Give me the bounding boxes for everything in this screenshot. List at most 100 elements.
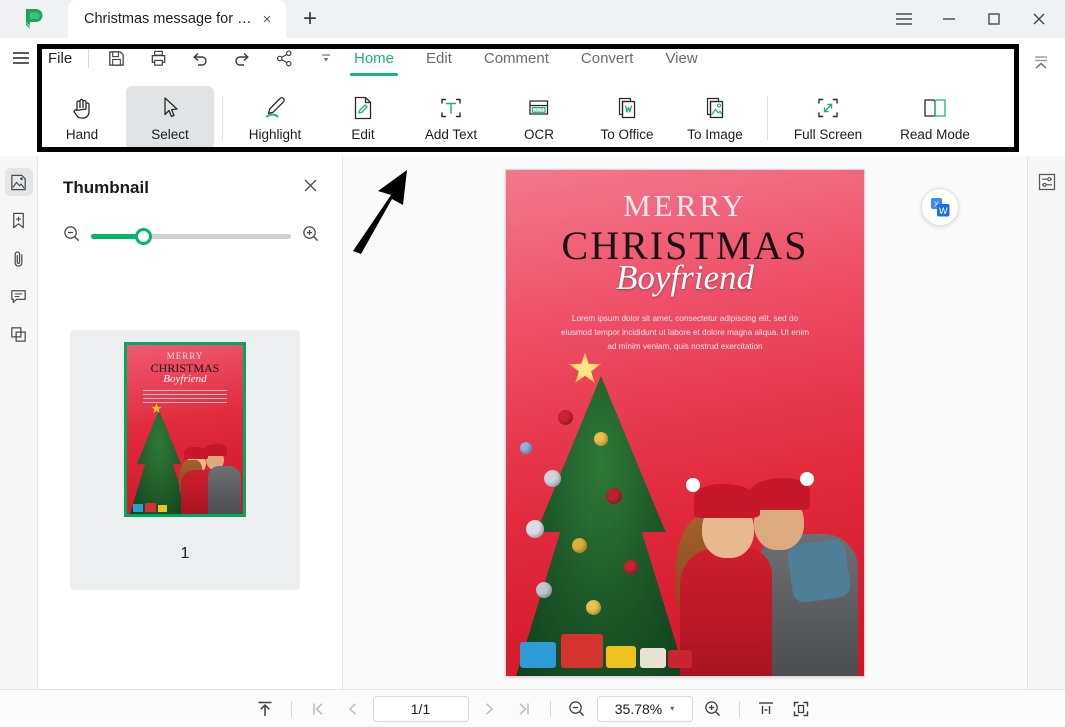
title-bar: Christmas message for b... × +	[0, 0, 1065, 38]
page-number-input[interactable]: 1/1	[372, 695, 469, 722]
ornament	[594, 432, 608, 446]
close-thumbnail-panel-button[interactable]	[303, 178, 318, 198]
tool-ocr[interactable]: OCR OCR	[495, 86, 583, 150]
file-menu-button[interactable]: File	[38, 50, 82, 67]
window-controls	[881, 0, 1065, 38]
save-icon	[108, 50, 124, 66]
hat-pompom	[686, 478, 700, 492]
couple-illustration	[650, 426, 860, 676]
right-sidebar-rail	[1027, 156, 1065, 689]
sidebar-item-comment[interactable]	[5, 282, 33, 310]
highlighter-pen-icon	[261, 94, 289, 122]
previous-page-icon	[348, 702, 356, 715]
fit-width-button[interactable]	[751, 695, 781, 723]
more-dropdown-icon	[322, 54, 331, 62]
hat-pompom	[800, 472, 814, 486]
tool-ocr-label: OCR	[524, 127, 554, 142]
thumbnail-zoom-in-button[interactable]	[301, 224, 320, 248]
sidebar-item-thumbnail[interactable]	[4, 168, 33, 196]
tool-select-label: Select	[151, 127, 189, 142]
redo-button[interactable]	[221, 38, 263, 78]
collapse-ribbon-icon	[1035, 56, 1047, 69]
ornament	[572, 538, 587, 553]
ornament	[536, 582, 552, 598]
fit-page-button[interactable]	[786, 695, 816, 723]
undo-button[interactable]	[179, 38, 221, 78]
thumbnail-page-image[interactable]: MERRY CHRISTMAS Boyfriend	[124, 342, 246, 517]
tab-home[interactable]: Home	[338, 48, 410, 76]
share-button[interactable]	[263, 38, 305, 78]
tool-to-image[interactable]: To Image	[671, 86, 759, 150]
zoom-level-select[interactable]: 35.78% ▾	[596, 695, 693, 722]
tool-edit-label: Edit	[351, 127, 375, 142]
scroll-to-top-button[interactable]	[250, 695, 280, 723]
ornament	[586, 600, 601, 615]
thumbnail-panel-title: Thumbnail	[63, 178, 149, 197]
pdf-page[interactable]: MERRY CHRISTMAS Boyfriend Lorem ipsum do…	[505, 169, 865, 677]
thumbnail-size-slider[interactable]	[91, 227, 291, 245]
sidebar-item-properties[interactable]	[1033, 168, 1061, 196]
black-arrow-up-right-icon	[353, 170, 407, 254]
zoom-out-button[interactable]	[562, 695, 592, 723]
tool-hand[interactable]: Hand	[38, 86, 126, 150]
ornament	[526, 520, 544, 538]
tool-select[interactable]: Select	[126, 86, 214, 150]
last-page-icon	[518, 702, 529, 715]
close-window-button[interactable]	[1016, 0, 1061, 38]
thumbnail-zoom-out-button[interactable]	[62, 224, 81, 248]
next-page-icon	[485, 702, 493, 715]
app-menu-button[interactable]	[4, 38, 38, 78]
book-open-icon	[921, 94, 949, 122]
svg-text:W: W	[939, 206, 948, 216]
last-page-button[interactable]	[509, 695, 539, 723]
previous-page-button[interactable]	[338, 695, 368, 723]
close-tab-icon[interactable]: ×	[256, 8, 278, 30]
document-tab[interactable]: Christmas message for b... ×	[68, 0, 286, 38]
ocr-icon: OCR	[525, 94, 553, 122]
tab-comment[interactable]: Comment	[468, 48, 565, 76]
next-page-button[interactable]	[474, 695, 504, 723]
thumbnail-page-card[interactable]: MERRY CHRISTMAS Boyfriend 1	[70, 330, 300, 590]
slider-knob[interactable]	[135, 227, 152, 245]
maximize-button[interactable]	[971, 0, 1016, 38]
zoom-out-icon	[569, 701, 585, 717]
save-button[interactable]	[95, 38, 137, 78]
thumbnail-panel: Thumbnail MERRY CHRISTMAS Boyfriend 1	[38, 156, 343, 689]
tab-convert[interactable]: Convert	[565, 48, 650, 76]
tool-read-mode[interactable]: Read Mode	[880, 86, 990, 150]
tool-full-screen[interactable]: Full Screen	[776, 86, 880, 150]
convert-to-word-floating-button[interactable]: X W	[921, 188, 959, 226]
gift-box	[561, 634, 603, 668]
tab-view[interactable]: View	[649, 48, 713, 76]
minimize-button[interactable]	[926, 0, 971, 38]
zoom-in-icon	[303, 226, 319, 242]
print-button[interactable]	[137, 38, 179, 78]
tool-highlight[interactable]: Highlight	[231, 86, 319, 150]
collapse-ribbon-button[interactable]	[1025, 48, 1057, 76]
sidebar-item-bookmark[interactable]	[5, 206, 33, 234]
gift-box	[520, 642, 556, 668]
zoom-in-button[interactable]	[698, 695, 728, 723]
poster-body-text: Lorem ipsum dolor sit amet, consectetur …	[560, 314, 810, 352]
sidebar-item-attachment[interactable]	[5, 244, 33, 272]
tab-edit[interactable]: Edit	[410, 48, 468, 76]
tool-add-text[interactable]: Add Text	[407, 86, 495, 150]
tool-add-text-label: Add Text	[424, 127, 478, 142]
first-page-button[interactable]	[303, 695, 333, 723]
tool-edit[interactable]: Edit	[319, 86, 407, 150]
tool-to-office[interactable]: To Office	[583, 86, 671, 150]
minimize-icon	[942, 18, 955, 20]
sidebar-item-layers[interactable]	[5, 320, 33, 348]
attachment-paperclip-icon	[14, 250, 23, 267]
main-menu-button[interactable]	[881, 0, 926, 38]
zoom-out-icon	[64, 226, 80, 242]
document-viewer[interactable]: MERRY CHRISTMAS Boyfriend Lorem ipsum do…	[343, 156, 1027, 689]
ornament	[606, 488, 622, 504]
divider	[222, 96, 223, 140]
edit-document-icon	[350, 94, 376, 122]
tool-highlight-label: Highlight	[248, 127, 302, 142]
thumbnail-zoom-controls	[38, 198, 342, 248]
pdfelement-logo-icon	[26, 9, 43, 29]
new-tab-button[interactable]: +	[286, 0, 334, 38]
tool-hand-label: Hand	[65, 127, 99, 142]
